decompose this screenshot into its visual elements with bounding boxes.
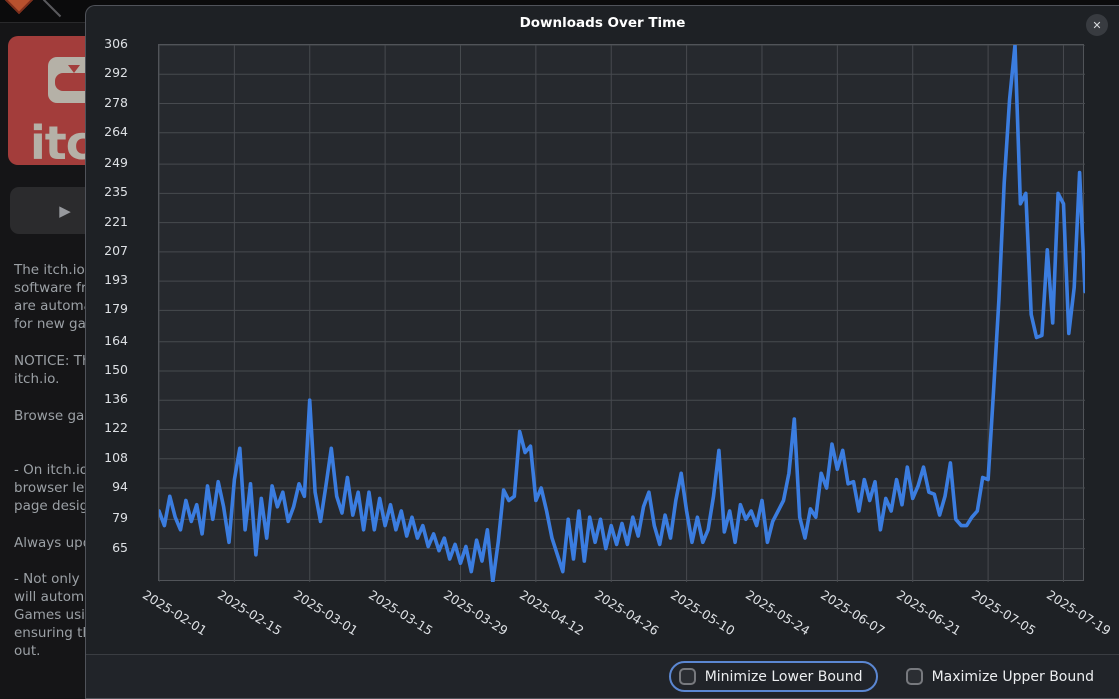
app-description-paragraph: The itch.iosoftware frare automafor new … <box>14 261 85 333</box>
x-tick-label: 2025-06-07 <box>818 587 888 638</box>
y-tick-label: 65 <box>92 540 128 555</box>
downloads-series-line <box>159 45 1085 582</box>
chart-plot-area <box>158 44 1084 581</box>
x-tick-label: 2025-03-01 <box>291 587 361 638</box>
downloads-line-chart <box>159 45 1085 582</box>
y-tick-label: 264 <box>92 124 128 139</box>
y-tick-label: 164 <box>92 333 128 348</box>
play-icon: ▶ <box>59 202 71 220</box>
x-tick-label: 2025-06-21 <box>894 587 964 638</box>
app-description-paragraph: - Not onlywill automaGames usinensuring … <box>14 570 85 660</box>
x-tick-label: 2025-07-19 <box>1045 587 1115 638</box>
y-tick-label: 193 <box>92 272 128 287</box>
downloads-chart-dialog: Downloads Over Time ✕ 306 292 278 264 249 235… <box>85 5 1119 699</box>
y-tick-label: 150 <box>92 362 128 377</box>
x-tick-label: 2025-03-29 <box>442 587 512 638</box>
y-tick-label: 136 <box>92 391 128 406</box>
minimize-lower-bound-checkbox[interactable]: Minimize Lower Bound <box>669 661 878 692</box>
dialog-footer: Minimize Lower Bound Maximize Upper Boun… <box>86 654 1119 698</box>
x-tick-label: 2025-02-01 <box>140 587 210 638</box>
app-description-text: The itch.iosoftware frare automafor new … <box>0 240 85 699</box>
app-description-paragraph: Always upd <box>14 534 85 552</box>
x-tick-label: 2025-04-12 <box>517 587 587 638</box>
x-tick-label: 2025-02-15 <box>215 587 285 638</box>
y-tick-label: 306 <box>92 36 128 51</box>
caret-icon <box>43 0 61 17</box>
close-icon: ✕ <box>1092 19 1101 32</box>
app-logo-icon <box>5 0 33 14</box>
y-tick-label: 221 <box>92 214 128 229</box>
checkbox-box-icon[interactable] <box>679 668 696 685</box>
y-tick-label: 108 <box>92 450 128 465</box>
y-tick-label: 235 <box>92 184 128 199</box>
y-tick-label: 207 <box>92 243 128 258</box>
checkbox-label: Maximize Upper Bound <box>932 669 1094 685</box>
x-tick-label: 2025-05-24 <box>743 587 813 638</box>
checkbox-label: Minimize Lower Bound <box>705 669 863 685</box>
y-tick-label: 179 <box>92 301 128 316</box>
itch-io-brand-text: itc <box>30 116 92 165</box>
y-tick-label: 292 <box>92 65 128 80</box>
y-tick-label: 79 <box>92 510 128 525</box>
maximize-upper-bound-checkbox[interactable]: Maximize Upper Bound <box>896 661 1109 692</box>
dialog-title: Downloads Over Time <box>86 15 1119 31</box>
x-tick-label: 2025-04-26 <box>592 587 662 638</box>
x-tick-label: 2025-07-05 <box>969 587 1039 638</box>
y-tick-label: 249 <box>92 155 128 170</box>
x-tick-label: 2025-03-15 <box>366 587 436 638</box>
checkbox-box-icon[interactable] <box>906 668 923 685</box>
x-tick-label: 2025-05-10 <box>668 587 738 638</box>
y-tick-label: 278 <box>92 95 128 110</box>
y-tick-label: 94 <box>92 479 128 494</box>
app-description-paragraph: - On itch.iobrowser letpage desig <box>14 461 85 515</box>
app-description-paragraph: NOTICE: Thitch.io. <box>14 352 85 388</box>
y-tick-label: 122 <box>92 420 128 435</box>
app-description-paragraph: Browse gam <box>14 407 85 425</box>
close-button[interactable]: ✕ <box>1086 14 1108 36</box>
